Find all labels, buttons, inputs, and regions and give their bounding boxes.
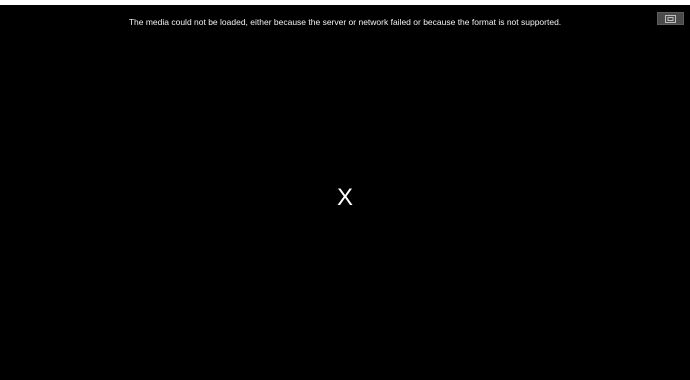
media-error-icon: X (336, 184, 353, 211)
media-player: The media could not be loaded, either be… (0, 5, 690, 380)
close-button[interactable] (657, 12, 684, 25)
media-error-message: The media could not be loaded, either be… (128, 17, 562, 27)
exit-fullscreen-icon (665, 14, 676, 23)
